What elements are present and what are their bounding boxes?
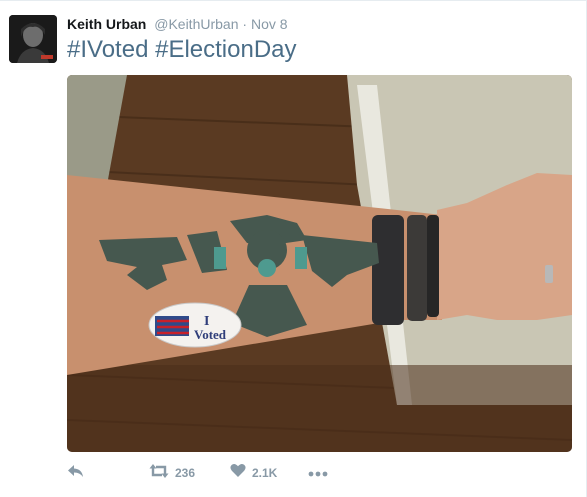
more-options-button[interactable]: [308, 462, 328, 484]
hashtag-electionday[interactable]: #ElectionDay: [155, 36, 296, 63]
heart-icon: [230, 463, 246, 483]
tweet-actions: 236 2.1K: [67, 462, 567, 484]
like-button[interactable]: 2.1K: [230, 462, 277, 484]
header-separator: ·: [242, 16, 248, 32]
author-name[interactable]: Keith Urban: [67, 16, 146, 32]
sticker-text-voted: Voted: [194, 327, 227, 342]
author-avatar[interactable]: [9, 15, 57, 63]
photo-forearm-tattoo: I Voted: [67, 75, 572, 452]
reply-button[interactable]: [67, 462, 85, 484]
reply-icon: [67, 463, 85, 484]
tweet-timestamp[interactable]: Nov 8: [251, 16, 288, 32]
card-border-top: [0, 0, 587, 1]
tweet-text: #IVoted #ElectionDay: [67, 35, 297, 65]
tweet-card: Keith Urban @KeithUrban · Nov 8 #IVoted …: [0, 0, 587, 497]
retweet-icon: [149, 463, 169, 484]
like-count: 2.1K: [252, 466, 278, 480]
author-handle[interactable]: @KeithUrban: [154, 16, 238, 32]
hashtag-ivoted[interactable]: #IVoted: [67, 36, 148, 63]
more-icon: [308, 464, 328, 482]
retweet-count: 236: [175, 466, 196, 480]
retweet-button[interactable]: 236: [149, 462, 195, 484]
tweet-header: Keith Urban @KeithUrban · Nov 8: [67, 15, 288, 33]
tweet-media-photo[interactable]: I Voted: [67, 75, 572, 452]
